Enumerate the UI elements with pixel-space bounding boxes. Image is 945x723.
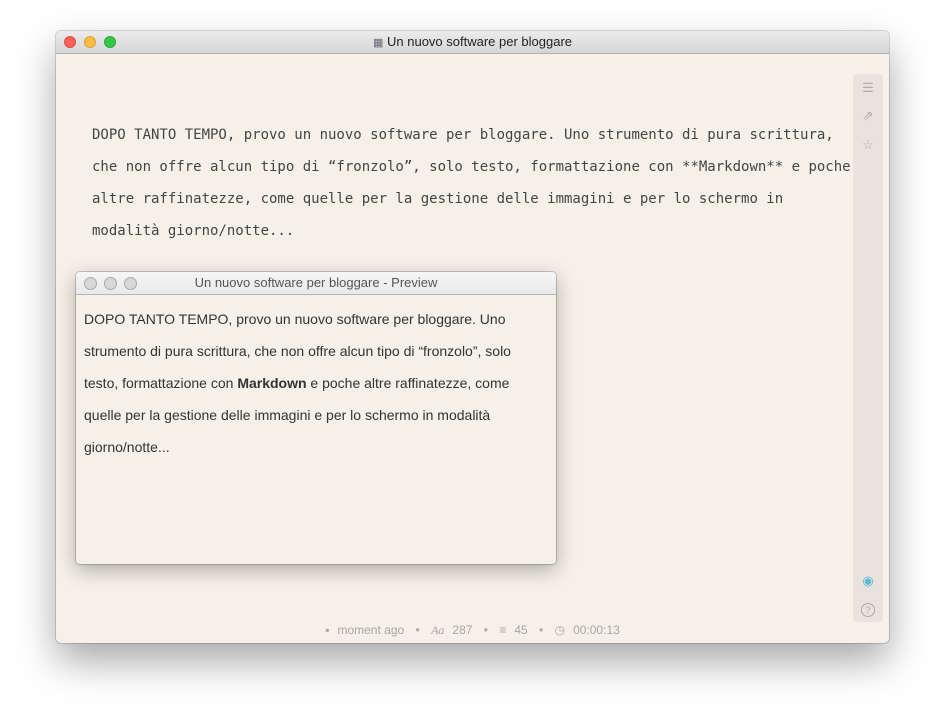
- title-bar: ▦ Un nuovo software per bloggare: [56, 31, 889, 54]
- line-count: 45: [514, 623, 528, 637]
- preview-line: quelle per la gestione delle immagini e …: [84, 407, 491, 423]
- clock-icon: ◷: [554, 623, 566, 637]
- typewriter-icon: ▦: [372, 37, 384, 49]
- editor-line: che non offre alcun tipo di “fronzolo”, …: [92, 159, 851, 175]
- preview-title-bar: Un nuovo software per bloggare - Preview: [76, 272, 556, 295]
- status-bar: ▪ moment ago • Aa 287 • ≡ 45 • ◷ 00:00:13: [56, 623, 889, 638]
- text: e poche altre raffinatezze, come: [306, 375, 510, 391]
- preview-close-button[interactable]: [84, 277, 97, 290]
- word-count: 287: [452, 623, 473, 637]
- preview-title: Un nuovo software per bloggare - Preview: [194, 275, 438, 290]
- minimize-button[interactable]: [84, 36, 96, 48]
- preview-line: strumento di pura scrittura, che non off…: [84, 343, 511, 359]
- saved-time: moment ago: [337, 623, 405, 637]
- separator: •: [483, 623, 488, 637]
- preview-minimize-button[interactable]: [104, 277, 117, 290]
- preview-line: giorno/notte...: [84, 439, 170, 455]
- bold-text: Markdown: [237, 375, 307, 391]
- editor-line: altre raffinatezze, come quelle per la g…: [92, 191, 784, 207]
- preview-line: testo, formattazione con Markdown e poch…: [84, 367, 548, 399]
- font-icon: Aa: [431, 623, 445, 637]
- eye-icon[interactable]: ◉: [860, 573, 876, 589]
- sidebar: ☰ ⇗ ☆ ◉ ?: [853, 74, 883, 622]
- export-icon[interactable]: ☆: [860, 137, 876, 153]
- editor-line: DOPO TANTO TEMPO, provo un nuovo softwar…: [92, 127, 834, 143]
- separator: •: [539, 623, 544, 637]
- close-button[interactable]: [64, 36, 76, 48]
- text: testo, formattazione con: [84, 375, 238, 391]
- preview-window: Un nuovo software per bloggare - Preview…: [76, 272, 556, 564]
- lines-icon: ≡: [499, 623, 507, 637]
- editor-line: modalità giorno/notte...: [92, 223, 295, 239]
- help-icon[interactable]: ?: [860, 601, 876, 617]
- preview-content: DOPO TANTO TEMPO, provo un nuovo softwar…: [76, 295, 556, 471]
- window-title: Un nuovo software per bloggare: [387, 34, 573, 49]
- zoom-button[interactable]: [104, 36, 116, 48]
- save-icon: ▪: [325, 623, 330, 637]
- share-icon[interactable]: ⇗: [860, 108, 876, 124]
- elapsed-time: 00:00:13: [573, 623, 620, 637]
- list-icon[interactable]: ☰: [860, 80, 876, 96]
- separator: •: [415, 623, 420, 637]
- preview-line: DOPO TANTO TEMPO, provo un nuovo softwar…: [84, 311, 506, 327]
- preview-zoom-button[interactable]: [124, 277, 137, 290]
- editor[interactable]: DOPO TANTO TEMPO, provo un nuovo softwar…: [92, 119, 851, 247]
